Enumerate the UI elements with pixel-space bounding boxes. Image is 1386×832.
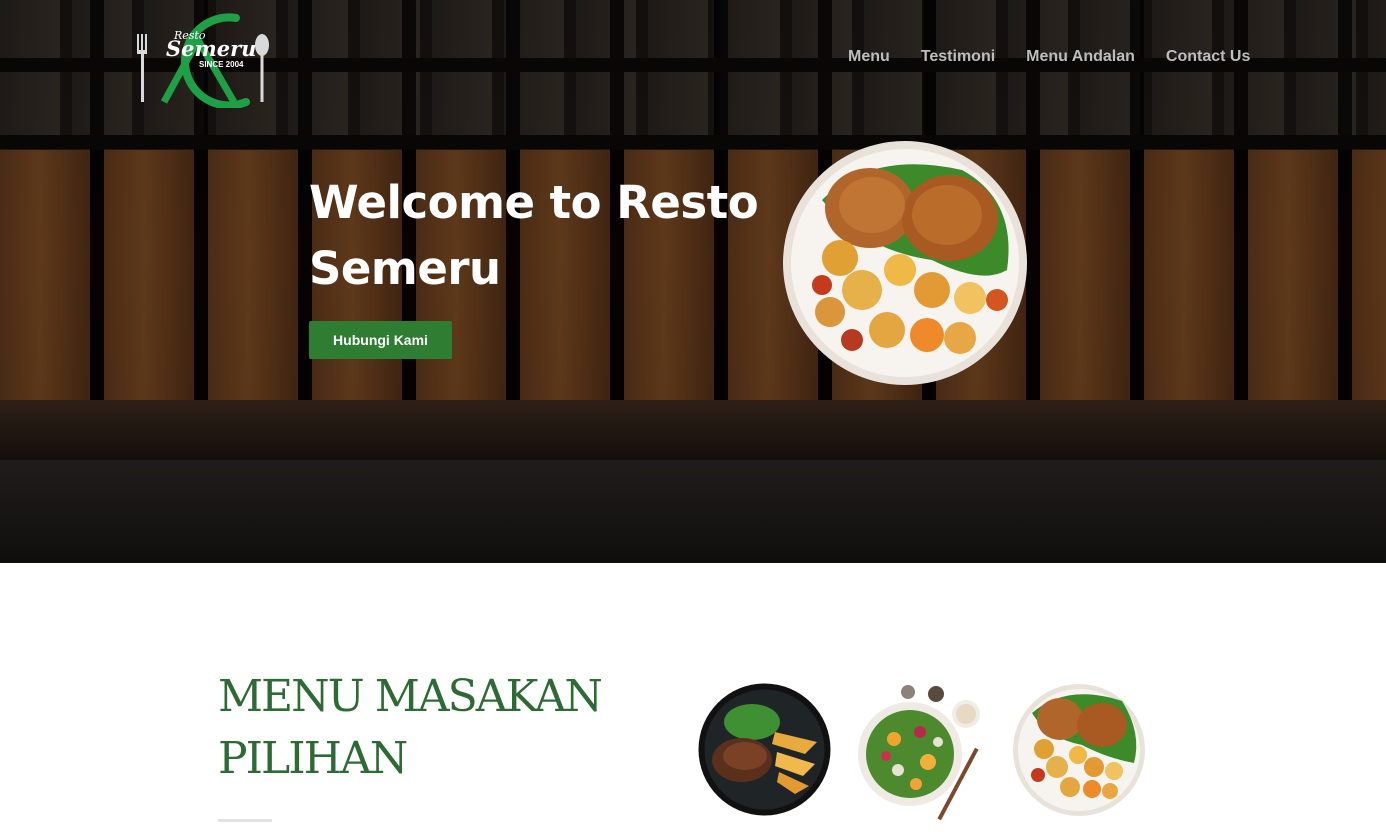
hero-section: Resto Semeru SINCE 2004 Menu Testimoni M… [0, 0, 1386, 563]
dish-salad-image[interactable] [858, 684, 990, 822]
hero-title: Welcome to Resto Semeru [309, 176, 759, 295]
section-divider [218, 819, 272, 822]
spoon-icon [255, 34, 269, 102]
logo-main-text: Semeru [166, 36, 256, 61]
nav-contact-us[interactable]: Contact Us [1166, 48, 1250, 66]
dish-chicken-image[interactable] [1012, 683, 1146, 817]
nav-menu[interactable]: Menu [848, 48, 890, 66]
nav-testimoni[interactable]: Testimoni [921, 48, 995, 66]
nav-menu-andalan[interactable]: Menu Andalan [1026, 48, 1135, 66]
logo-tagline: SINCE 2004 [199, 60, 244, 69]
logo[interactable]: Resto Semeru SINCE 2004 [136, 10, 272, 108]
dish-steak-image[interactable] [697, 682, 832, 817]
menu-section-title: MENU MASAKAN PILIHAN [218, 671, 603, 784]
main-nav: Menu Testimoni Menu Andalan Contact Us [848, 48, 1281, 66]
hero-dish-image [783, 141, 1027, 385]
hubungi-kami-button[interactable]: Hubungi Kami [309, 321, 452, 359]
fork-icon [137, 34, 147, 102]
